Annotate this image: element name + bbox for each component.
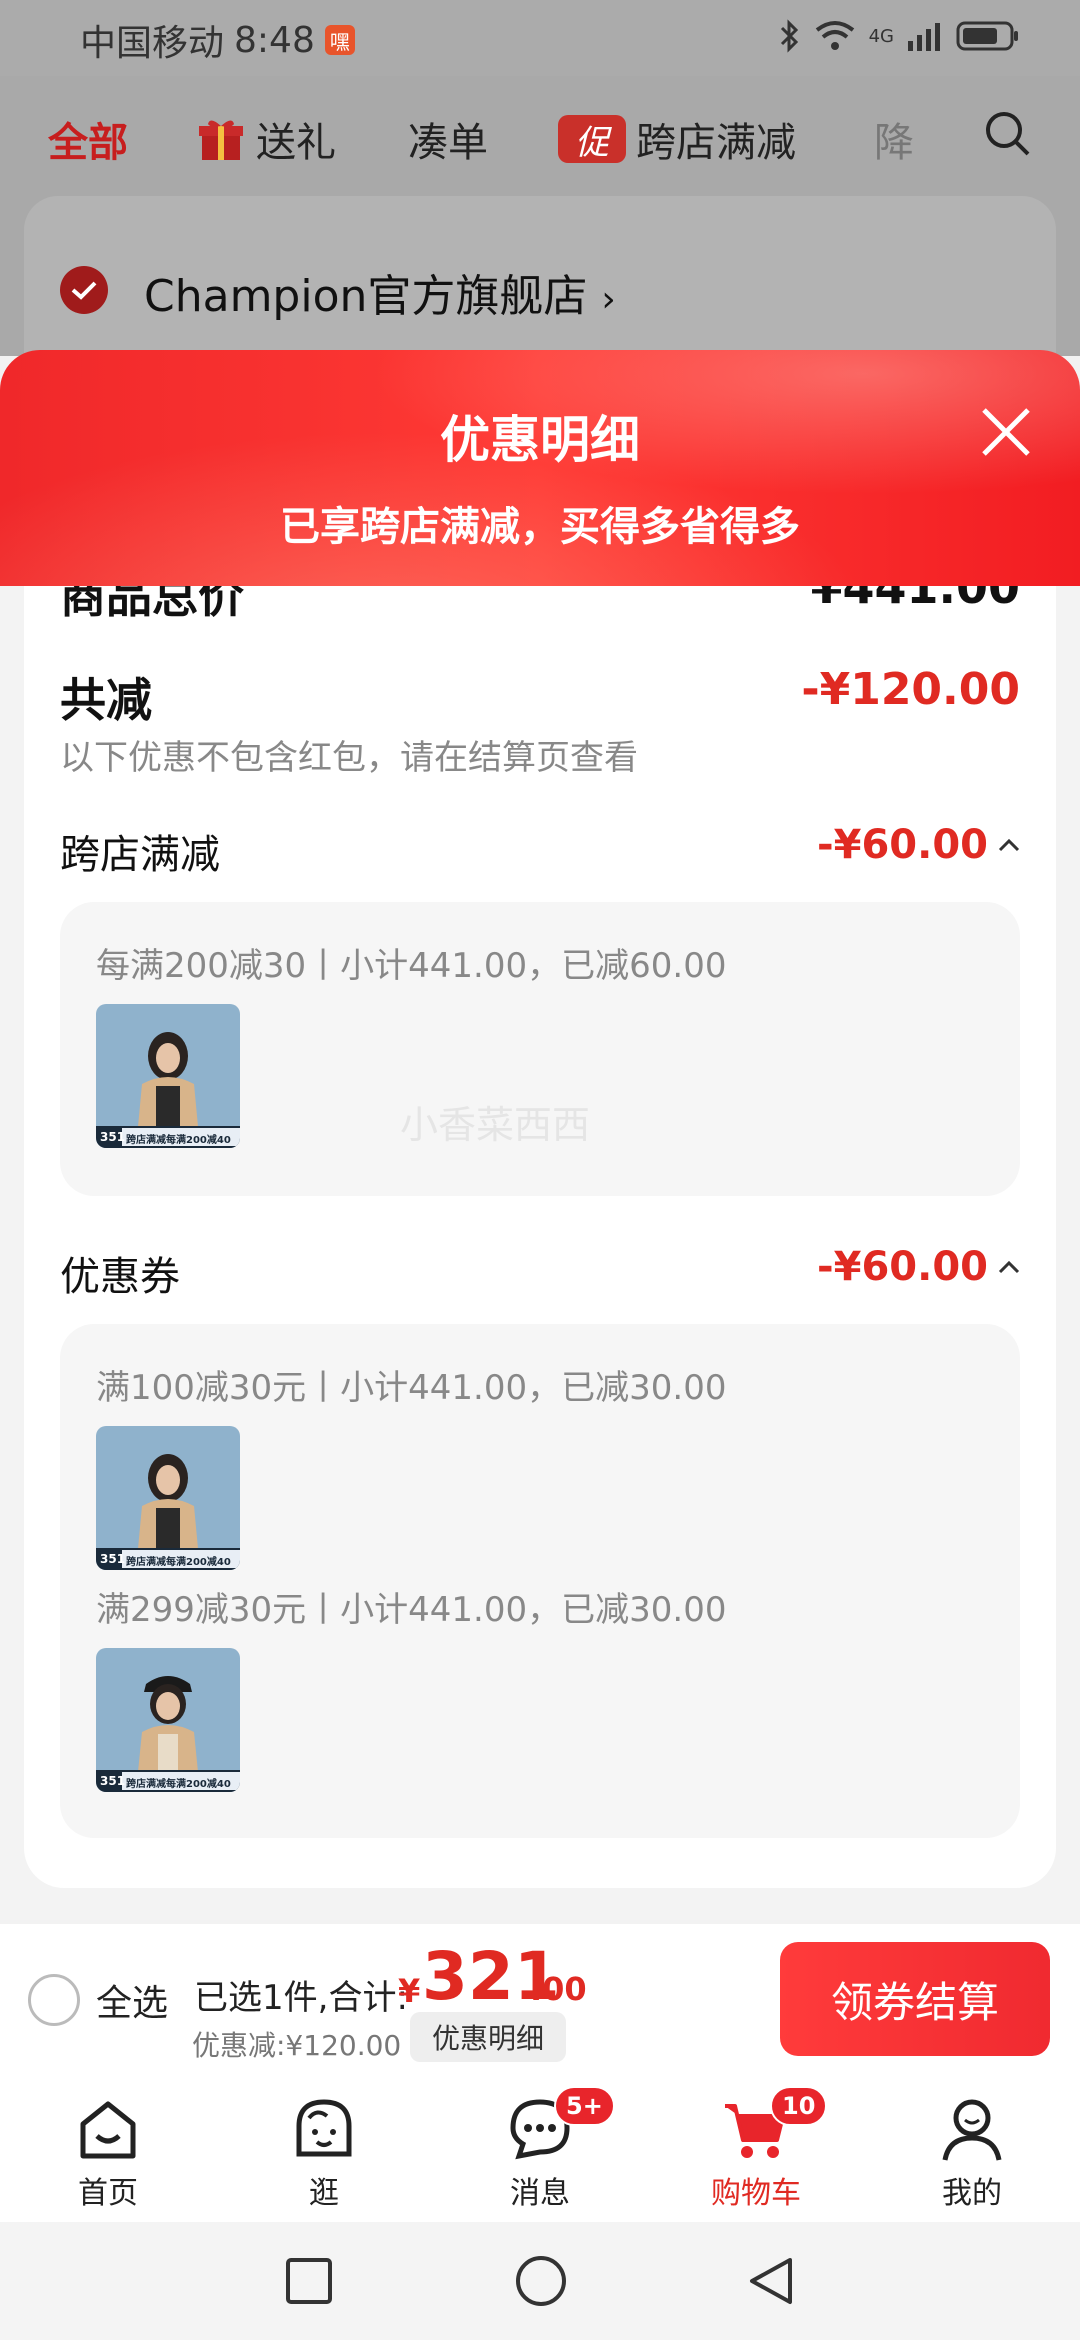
thumb-banner: 跨店满减每满200减40	[126, 1135, 231, 1146]
section-cross-store-label: 跨店满减	[60, 832, 220, 878]
chevron-right-icon: ›	[601, 279, 616, 320]
store-name-label: Champion官方旗舰店	[144, 271, 588, 322]
recent-apps-icon[interactable]	[284, 2256, 334, 2306]
time-label: 8:48	[234, 19, 315, 61]
tabbar-item-profile[interactable]: 我的	[902, 2094, 1042, 2212]
watermark: 小香菜西西	[400, 1103, 591, 1147]
profile-icon	[942, 2099, 1002, 2161]
top-tab-bar: 全部 送礼 凑单 促 跨店满减 降	[0, 86, 1080, 186]
tab-price-drop[interactable]: 降	[874, 110, 914, 168]
discount-summary: 优惠减:¥120.00	[192, 2029, 402, 2062]
tab-cross-store[interactable]: 促 跨店满减	[558, 110, 796, 168]
tab-cross-store-label: 跨店满减	[636, 120, 796, 166]
section-coupon-toggle[interactable]: -¥60.00	[817, 1244, 1020, 1290]
product-thumbnail[interactable]: 351 跨店满减每满200减40	[96, 1648, 240, 1792]
tab-bundle[interactable]: 凑单	[408, 110, 488, 168]
selected-summary: 已选1件,合计:	[194, 1978, 408, 2018]
signal-icon	[908, 23, 940, 51]
note-text: 以下优惠不包含红包，请在结算页查看	[60, 738, 638, 778]
select-all-label[interactable]: 全选	[96, 1974, 168, 2026]
tabbar-label: 我的	[942, 2176, 1002, 2211]
wifi-icon	[815, 21, 854, 50]
notification-badge: 嘿	[324, 25, 355, 55]
tabbar-item-home[interactable]: 首页	[38, 2094, 178, 2212]
total-decimal: .00	[530, 1970, 587, 2008]
sheet-title: 优惠明细	[440, 411, 640, 469]
section-cross-store-toggle[interactable]: -¥60.00	[817, 822, 1020, 868]
message-badge: 5+	[554, 2086, 615, 2126]
thumb-price: 351	[100, 1774, 126, 1788]
total-reduce-value: -¥120.00	[801, 664, 1020, 715]
currency-symbol: ¥	[398, 1972, 421, 2010]
tabbar-label: 首页	[78, 2176, 138, 2211]
explore-face-icon	[296, 2099, 352, 2157]
tabbar-item-explore[interactable]: 逛	[254, 2094, 394, 2212]
select-all-radio[interactable]	[28, 1974, 80, 2026]
tabbar-label: 购物车	[711, 2176, 801, 2211]
chevron-up-icon	[998, 1260, 1020, 1274]
tab-gift-label: 送礼	[256, 120, 336, 166]
status-bar: 中国移动 8:48 嘿 4G	[0, 0, 1080, 76]
product-thumbnail[interactable]: 351 跨店满减每满200减40	[96, 1004, 240, 1148]
tabbar-item-cart[interactable]: 10 购物车	[686, 2086, 828, 2212]
tabbar-label: 消息	[510, 2176, 570, 2211]
section-cross-store-value: -¥60.00	[817, 822, 988, 868]
chevron-up-icon	[998, 838, 1020, 852]
thumb-price: 351	[100, 1552, 126, 1566]
battery-icon	[956, 21, 1018, 51]
tabbar-item-messages[interactable]: 5+ 消息	[470, 2086, 615, 2212]
thumb-banner: 跨店满减每满200减40	[126, 1779, 231, 1790]
section-coupon-label: 优惠券	[60, 1254, 180, 1300]
network-label: 4G	[868, 25, 894, 47]
promo-tag-icon: 促	[558, 115, 626, 163]
home-nav-icon[interactable]	[514, 2254, 568, 2308]
status-icons: 4G	[779, 18, 1020, 54]
thumb-price: 351	[100, 1130, 126, 1144]
home-icon	[80, 2101, 136, 2159]
tabbar-label: 逛	[309, 2176, 339, 2211]
close-icon[interactable]	[974, 400, 1038, 464]
tab-all[interactable]: 全部	[48, 110, 128, 168]
search-icon[interactable]	[984, 110, 1032, 158]
store-name[interactable]: Champion官方旗舰店 ›	[144, 260, 616, 324]
bluetooth-icon	[780, 19, 798, 53]
checkout-button[interactable]: 领券结算	[780, 1942, 1050, 2056]
gift-icon	[199, 120, 243, 160]
total-reduce-label: 共减	[60, 673, 152, 727]
rule-text: 满299减30元丨小计441.00，已减30.00	[96, 1590, 727, 1630]
rule-text: 满100减30元丨小计441.00，已减30.00	[96, 1368, 727, 1408]
section-coupon-value: -¥60.00	[817, 1244, 988, 1290]
store-check-icon[interactable]	[60, 266, 108, 314]
back-icon[interactable]	[744, 2254, 798, 2308]
thumb-banner: 跨店满减每满200减40	[126, 1557, 231, 1568]
product-thumbnail[interactable]: 351 跨店满减每满200减40	[96, 1426, 240, 1570]
carrier-label: 中国移动	[80, 23, 225, 64]
tab-gift[interactable]: 送礼	[196, 110, 336, 168]
rule-text: 每满200减30丨小计441.00，已减60.00	[96, 946, 727, 986]
cart-badge: 10	[770, 2086, 828, 2126]
sheet-subtitle: 已享跨店满减，买得多省得多	[280, 504, 800, 550]
discount-detail-button[interactable]: 优惠明细	[410, 2012, 566, 2062]
